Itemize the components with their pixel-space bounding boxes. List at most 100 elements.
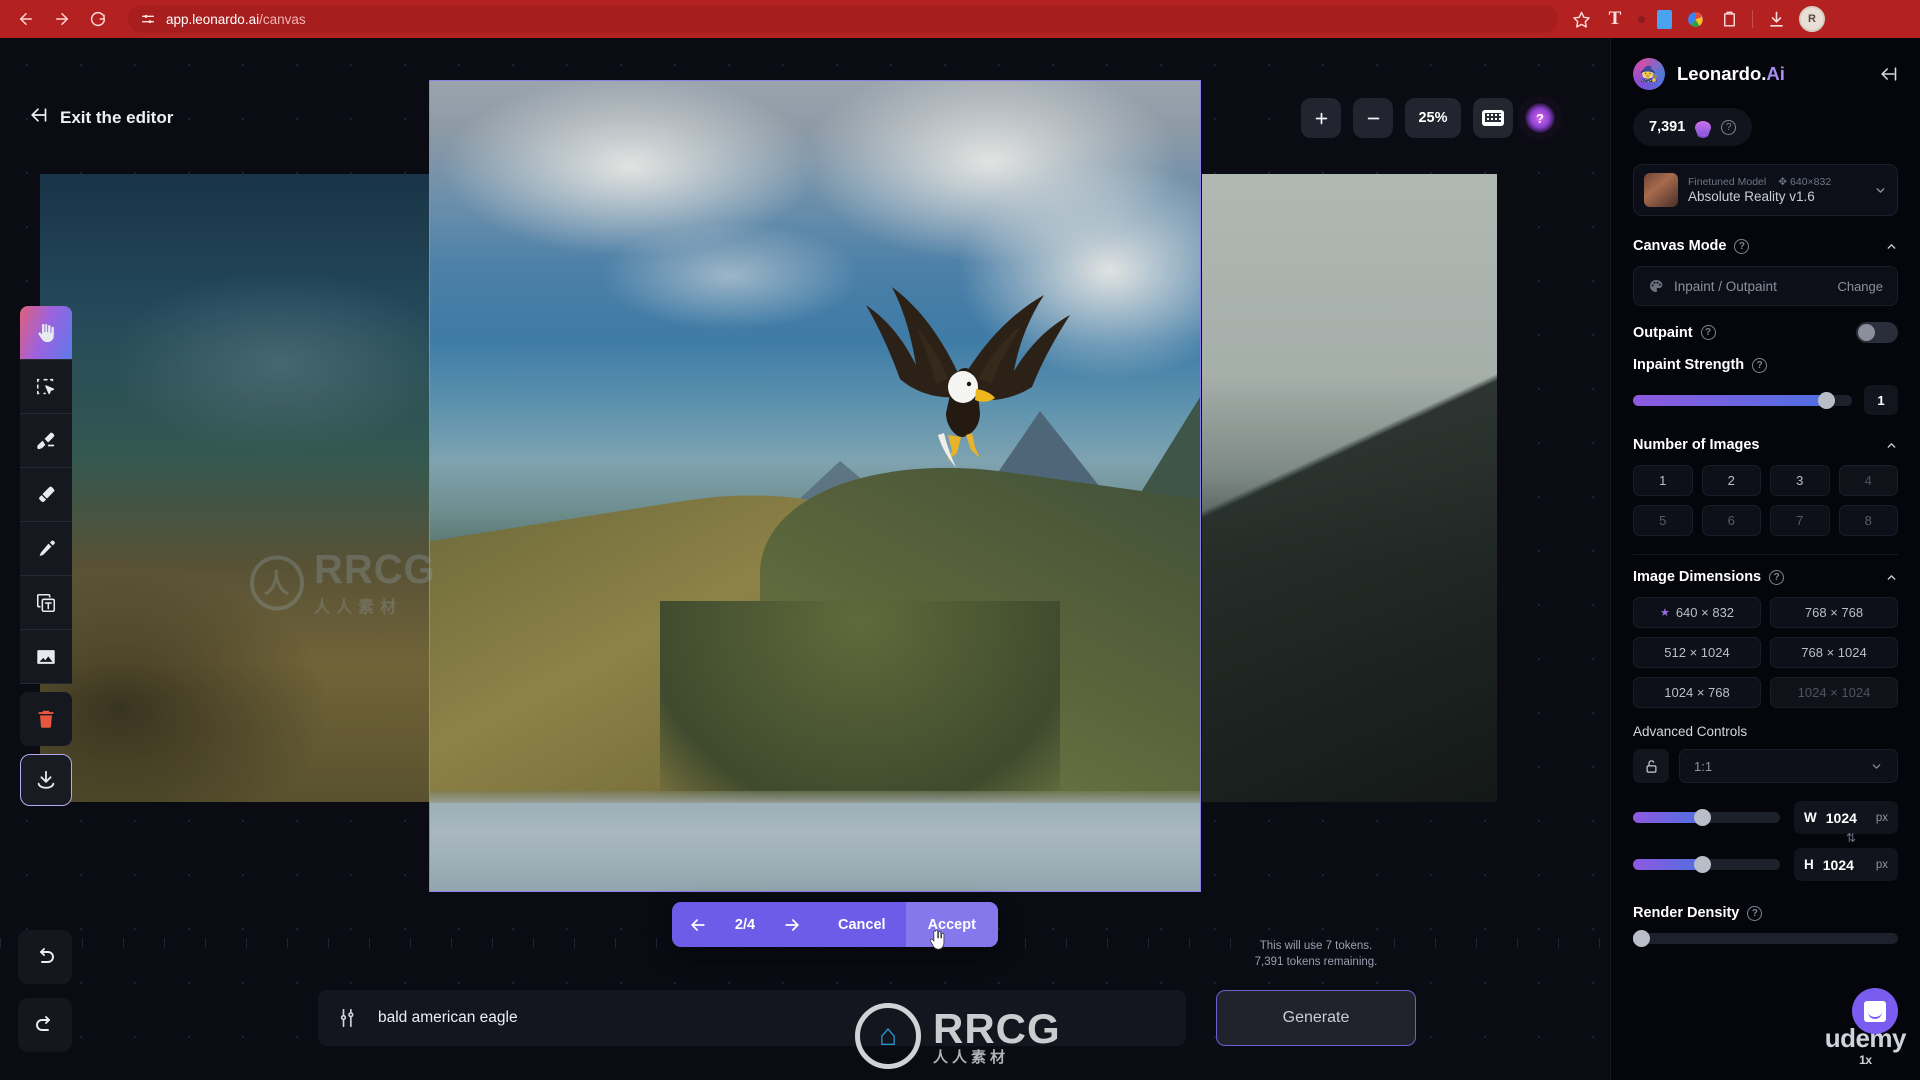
- zoom-out-button[interactable]: [1353, 98, 1393, 138]
- browser-back-button[interactable]: [10, 3, 42, 35]
- previous-variation-button[interactable]: [672, 902, 724, 947]
- delete-tool[interactable]: [20, 692, 72, 746]
- generate-button[interactable]: Generate: [1216, 990, 1416, 1046]
- exit-arrow-icon: [28, 105, 48, 130]
- help-icon[interactable]: ?: [1747, 905, 1763, 921]
- canvas-tile-left[interactable]: [40, 174, 440, 802]
- width-slider[interactable]: [1633, 809, 1780, 826]
- clipboard-icon[interactable]: [1718, 8, 1740, 30]
- browser-forward-button[interactable]: [46, 3, 78, 35]
- image-count-option[interactable]: 4: [1838, 465, 1898, 496]
- hand-tool[interactable]: [20, 306, 72, 360]
- width-unit: px: [1875, 811, 1888, 824]
- support-chat-button[interactable]: [1852, 988, 1898, 1034]
- image-count-option[interactable]: 5: [1633, 505, 1693, 536]
- address-bar[interactable]: app.leonardo.ai/canvas: [128, 5, 1558, 33]
- swap-wh-icon[interactable]: ⇅: [1846, 831, 1856, 845]
- height-value[interactable]: 1024: [1823, 857, 1867, 873]
- chevron-up-icon[interactable]: [1885, 439, 1898, 452]
- aspect-ratio-select[interactable]: 1:1: [1679, 749, 1898, 783]
- image-dimensions-title: Image Dimensions: [1633, 569, 1762, 585]
- zoom-level-display[interactable]: 25%: [1405, 98, 1461, 138]
- aspect-lock-button[interactable]: [1633, 749, 1669, 783]
- width-field[interactable]: W 1024 px: [1794, 801, 1898, 834]
- color-extension-icon[interactable]: [1684, 8, 1706, 30]
- keyboard-shortcuts-button[interactable]: [1473, 98, 1513, 138]
- browser-reload-button[interactable]: [82, 3, 114, 35]
- chevron-up-icon[interactable]: [1885, 240, 1898, 253]
- inpaint-strength-slider[interactable]: [1633, 391, 1852, 409]
- dimension-preset[interactable]: 512 × 1024: [1633, 637, 1761, 668]
- image-tool[interactable]: [20, 630, 72, 684]
- cancel-button[interactable]: Cancel: [818, 902, 906, 947]
- dimension-presets-grid: ★ 640 × 832 768 × 768 512 × 1024 768 × 10…: [1633, 597, 1898, 708]
- help-icon[interactable]: ?: [1769, 569, 1785, 585]
- tool-separator: [20, 746, 72, 754]
- height-slider[interactable]: [1633, 856, 1780, 873]
- image-count-option[interactable]: 6: [1701, 505, 1761, 536]
- pencil-tool[interactable]: [20, 522, 72, 576]
- eraser-tool[interactable]: [20, 468, 72, 522]
- token-balance[interactable]: 7,391 ?: [1633, 108, 1753, 146]
- canvas-tile-right[interactable]: [1202, 174, 1497, 802]
- canvas-tile-active[interactable]: [430, 81, 1200, 891]
- leonardo-avatar-icon[interactable]: 🧙: [1633, 58, 1665, 90]
- dimension-preset[interactable]: 768 × 768: [1770, 597, 1898, 628]
- image-count-option[interactable]: 3: [1770, 465, 1830, 496]
- dimension-preset[interactable]: 768 × 1024: [1770, 637, 1898, 668]
- image-count-option[interactable]: 1: [1633, 465, 1693, 496]
- next-variation-button[interactable]: [766, 902, 818, 947]
- brush-tool[interactable]: [20, 414, 72, 468]
- outpaint-title: Outpaint ?: [1633, 325, 1716, 341]
- height-field[interactable]: H 1024 px: [1794, 848, 1898, 881]
- prompt-text[interactable]: bald american eagle: [378, 1009, 518, 1027]
- image-count-option[interactable]: 7: [1770, 505, 1830, 536]
- lake-water: [430, 803, 1200, 891]
- canvas-mode-row[interactable]: Inpaint / Outpaint Change: [1633, 266, 1898, 306]
- site-settings-icon[interactable]: [140, 11, 156, 27]
- outpaint-row: Outpaint ?: [1633, 322, 1898, 343]
- toolbar-divider: [1752, 10, 1753, 28]
- exit-editor-button[interactable]: Exit the editor: [28, 105, 173, 130]
- zoom-in-button[interactable]: [1301, 98, 1341, 138]
- collapse-panel-icon[interactable]: [1878, 64, 1898, 84]
- help-icon[interactable]: ?: [1700, 325, 1716, 340]
- download-tool[interactable]: [20, 754, 72, 806]
- help-icon[interactable]: ?: [1752, 357, 1768, 373]
- blue-extension-icon[interactable]: [1657, 9, 1672, 29]
- accept-button[interactable]: Accept: [905, 902, 998, 947]
- render-density-slider[interactable]: [1632, 930, 1898, 947]
- help-icon[interactable]: ?: [1721, 119, 1737, 135]
- help-icon[interactable]: ?: [1734, 238, 1750, 254]
- dimension-preset[interactable]: ★ 640 × 832: [1633, 597, 1761, 628]
- exit-editor-label: Exit the editor: [60, 107, 174, 127]
- undo-button[interactable]: [18, 930, 72, 984]
- token-remaining-line: 7,391 tokens remaining.: [1254, 956, 1378, 968]
- token-usage-note: This will use 7 tokens. 7,391 tokens rem…: [1216, 938, 1416, 970]
- avatar[interactable]: R: [1799, 6, 1825, 32]
- dimension-preset[interactable]: 1024 × 1024: [1770, 677, 1898, 708]
- image-dimensions-header: Image Dimensions ?: [1633, 569, 1898, 585]
- star-icon[interactable]: [1570, 8, 1592, 30]
- outpaint-toggle[interactable]: [1856, 322, 1898, 343]
- inpaint-strength-value[interactable]: 1: [1864, 385, 1898, 415]
- chevron-down-icon[interactable]: [1874, 184, 1887, 197]
- select-tool[interactable]: [20, 360, 72, 414]
- translate-icon[interactable]: T: [1604, 8, 1626, 30]
- chevron-up-icon[interactable]: [1885, 571, 1898, 584]
- canvas-mode-section: Canvas Mode ? Inpaint / Outpaint Change: [1633, 238, 1898, 306]
- aspect-ratio-value: 1:1: [1694, 758, 1713, 774]
- text-tool[interactable]: [20, 576, 72, 630]
- canvas-area[interactable]: 人 RRCG 人人素材 Exit the editor 25% ? 2/4 Ca…: [0, 38, 1610, 1080]
- width-value[interactable]: 1024: [1826, 810, 1867, 826]
- image-count-option[interactable]: 2: [1701, 465, 1761, 496]
- dimension-preset[interactable]: 1024 × 768: [1633, 677, 1761, 708]
- redo-button[interactable]: [18, 998, 72, 1052]
- extension-dot-icon[interactable]: [1638, 15, 1645, 23]
- change-mode-button[interactable]: Change: [1837, 279, 1883, 294]
- sliders-icon[interactable]: [338, 1007, 360, 1029]
- image-count-option[interactable]: 8: [1838, 505, 1898, 536]
- model-selector[interactable]: Finetuned Model ✥ 640×832 Absolute Realit…: [1633, 164, 1898, 216]
- help-button[interactable]: ?: [1525, 103, 1555, 133]
- download-icon[interactable]: [1765, 8, 1787, 30]
